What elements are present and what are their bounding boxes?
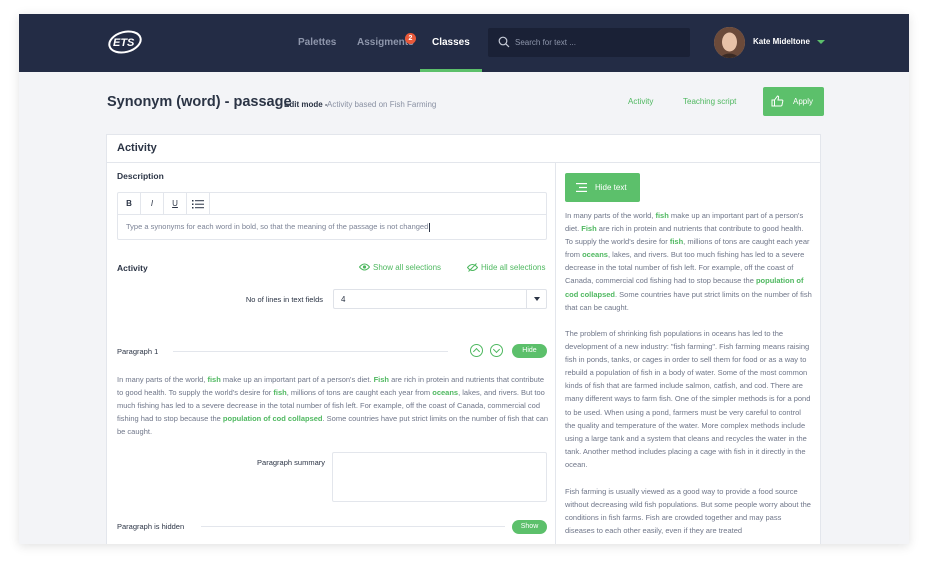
hide-all-selections-label: Hide all selections [481,263,546,272]
activity-label: Activity [117,263,148,273]
list-button[interactable] [187,193,210,215]
app-window: ETS Palettes Assigments 2 Classes Kate M… [19,14,909,544]
paragraph-summary-label: Paragraph summary [257,458,325,467]
top-navbar: ETS Palettes Assigments 2 Classes Kate M… [19,14,909,72]
nav-palettes[interactable]: Palettes [298,14,336,72]
hide-paragraph-button[interactable]: Hide [512,344,547,358]
show-all-selections-label: Show all selections [373,263,442,272]
description-label: Description [117,171,164,181]
description-editor[interactable]: B I U Type a synonyms for each word in b… [117,192,547,240]
description-text[interactable]: Type a synonyms for each word in bold, s… [126,222,431,232]
paragraph-1-text: In many parts of the world, fish make up… [117,373,549,438]
thumbs-up-icon [771,95,784,107]
vocab-word[interactable]: fish [655,211,668,220]
eye-off-icon [467,263,478,272]
ets-logo[interactable]: ETS [107,29,145,55]
lines-label: No of lines in text fields [245,295,323,304]
nav-classes[interactable]: Classes [420,14,482,72]
vocab-word[interactable]: Fish [581,224,596,233]
avatar-image [714,27,745,58]
avatar[interactable] [714,27,745,58]
teaching-script-link[interactable]: Teaching script [683,97,736,106]
vocab-word[interactable]: fish [273,388,286,397]
vocab-word[interactable]: Fish [374,375,389,384]
bold-button[interactable]: B [118,193,141,215]
underline-button[interactable]: U [164,193,187,215]
hide-all-selections-link[interactable]: Hide all selections [467,263,546,272]
move-up-button[interactable] [470,344,483,357]
edit-mode-label: Edit mode - [284,100,328,109]
eye-icon [359,263,370,271]
hide-text-button[interactable]: Hide text [565,173,640,202]
search-icon [498,36,510,48]
description-value: Type a synonyms for each word in bold, s… [126,222,429,231]
passage-paragraph-2: The problem of shrinking fish population… [565,329,811,469]
hide-text-label: Hide text [595,183,627,192]
paragraph-summary-input[interactable] [332,452,547,502]
search-input[interactable] [515,28,685,57]
apply-label: Apply [793,97,814,106]
assigments-badge: 2 [405,33,416,44]
page-title: Synonym (word) - passage [107,94,292,110]
editor-toolbar: B I U [118,193,546,215]
passage-run: make up an important part of a person's … [220,375,374,384]
lines-select-value: 4 [341,295,346,304]
passage-run: In many parts of the world, [565,211,656,220]
list-icon [192,200,204,209]
vocab-word[interactable]: oceans [582,250,608,259]
lines-select[interactable]: 4 [333,289,547,309]
paragraph-1-divider [173,351,448,352]
paragraph-1-label: Paragraph 1 [117,347,159,356]
edit-mode-subtitle: Activity based on Fish Farming [327,100,437,109]
chevron-down-icon[interactable] [817,40,825,44]
italic-button[interactable]: I [141,193,164,215]
text-lines-icon [576,183,587,192]
vocab-word[interactable]: population of cod collapsed [223,414,323,423]
passage-run: , millions of tons are caught each year … [286,388,433,398]
passage-paragraph-1: In many parts of the world, fish make up… [565,209,813,314]
text-cursor [429,222,431,232]
show-all-selections-link[interactable]: Show all selections [359,263,442,272]
card-title: Activity [117,142,157,154]
move-down-button[interactable] [490,344,503,357]
nav-assigments[interactable]: Assigments [357,14,414,72]
chevron-down-icon[interactable] [526,290,546,308]
vocab-word[interactable]: fish [670,237,683,246]
apply-button[interactable]: Apply [763,87,824,116]
user-name[interactable]: Kate Mideltone [753,37,810,46]
activity-link[interactable]: Activity [628,97,653,106]
show-paragraph-button[interactable]: Show [512,520,547,534]
passage-run: In many parts of the world, [117,375,208,384]
search-box[interactable] [488,28,690,57]
vocab-word[interactable]: fish [207,375,220,384]
vocab-word[interactable]: oceans [432,388,458,397]
column-divider [555,163,556,544]
logo-text: ETS [113,37,135,49]
activity-card: Activity Description B I U Type a synony… [106,134,821,544]
paragraph-hidden-divider [201,526,505,527]
paragraph-hidden-label: Paragraph is hidden [117,522,185,531]
card-header: Activity [107,135,820,163]
passage-paragraph-3: Fish farming is usually viewed as a good… [565,487,811,536]
